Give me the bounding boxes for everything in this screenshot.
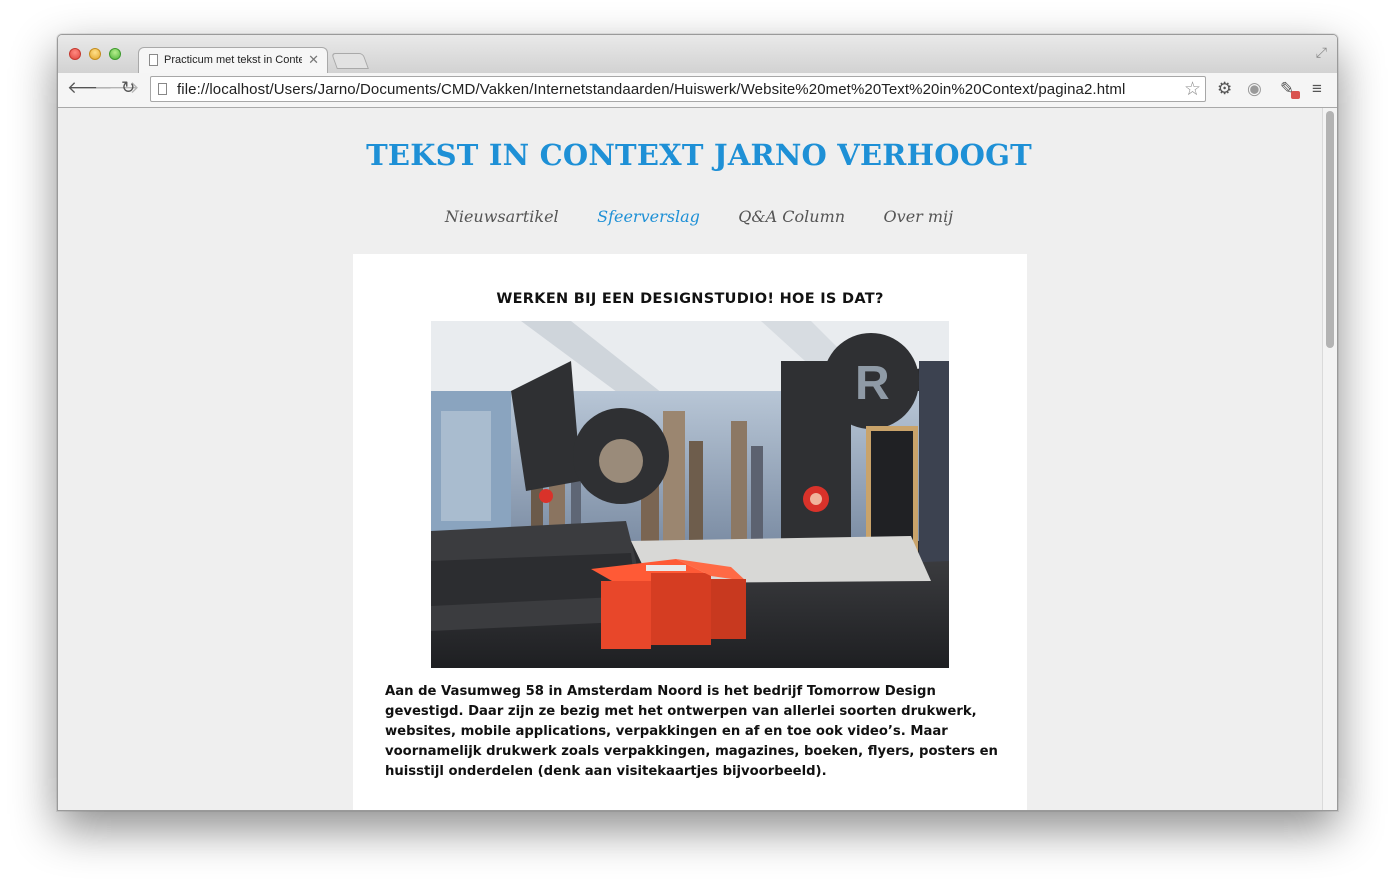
tab-strip: Practicum met tekst in Context ✕ ⤢ (58, 35, 1337, 74)
url-text[interactable]: file://localhost/Users/Jarno/Documents/C… (177, 81, 1125, 98)
gear-icon[interactable]: ⚙ (1217, 79, 1232, 99)
nav-link-sfeerverslag[interactable]: Sfeerverslag (597, 207, 700, 226)
minimize-window-button[interactable] (89, 48, 101, 60)
article-container: WERKEN BIJ EEN DESIGNSTUDIO! HOE IS DAT? (353, 254, 1027, 810)
nav-link-nieuwsartikel[interactable]: Nieuwsartikel (445, 207, 559, 226)
zoom-window-button[interactable] (109, 48, 121, 60)
fullscreen-icon[interactable]: ⤢ (1316, 44, 1327, 61)
close-window-button[interactable] (69, 48, 81, 60)
reload-icon[interactable]: ↻ (121, 78, 135, 98)
page-icon (149, 54, 158, 66)
article-title: WERKEN BIJ EEN DESIGNSTUDIO! HOE IS DAT? (496, 291, 884, 307)
page-icon (158, 83, 167, 95)
extension-icon[interactable]: ◉ (1247, 79, 1262, 99)
office-photo: R (431, 321, 949, 668)
tab-close-icon[interactable]: ✕ (308, 52, 319, 68)
menu-icon[interactable]: ≡ (1312, 79, 1322, 99)
page-viewport: TEKST IN CONTEXT JARNO VERHOOGT Nieuwsar… (58, 108, 1322, 810)
scrollbar-thumb[interactable] (1326, 111, 1334, 348)
nav-link-qa-column[interactable]: Q&A Column (738, 207, 845, 226)
new-tab-button[interactable] (331, 53, 369, 69)
eyedropper-badge (1291, 91, 1300, 99)
svg-text:R: R (855, 357, 890, 410)
tab-title: Practicum met tekst in Context (164, 54, 302, 66)
browser-tab-active[interactable]: Practicum met tekst in Context ✕ (138, 47, 328, 74)
page-scrollbar[interactable] (1322, 108, 1337, 810)
nav-link-over-mij[interactable]: Over mij (884, 207, 954, 226)
star-icon[interactable]: ☆ (1184, 78, 1201, 101)
browser-toolbar: 🡐 🡒 ↻ file://localhost/Users/Jarno/Docum… (58, 73, 1337, 108)
article-paragraph: Aan de Vasumweg 58 in Amsterdam Noord is… (385, 684, 998, 779)
site-title: TEKST IN CONTEXT JARNO VERHOOGT (366, 138, 1032, 172)
site-nav: Nieuwsartikel Sfeerverslag Q&A Column Ov… (58, 207, 1322, 227)
browser-window: Practicum met tekst in Context ✕ ⤢ 🡐 🡒 ↻… (57, 34, 1338, 811)
address-bar[interactable]: file://localhost/Users/Jarno/Documents/C… (150, 76, 1206, 102)
